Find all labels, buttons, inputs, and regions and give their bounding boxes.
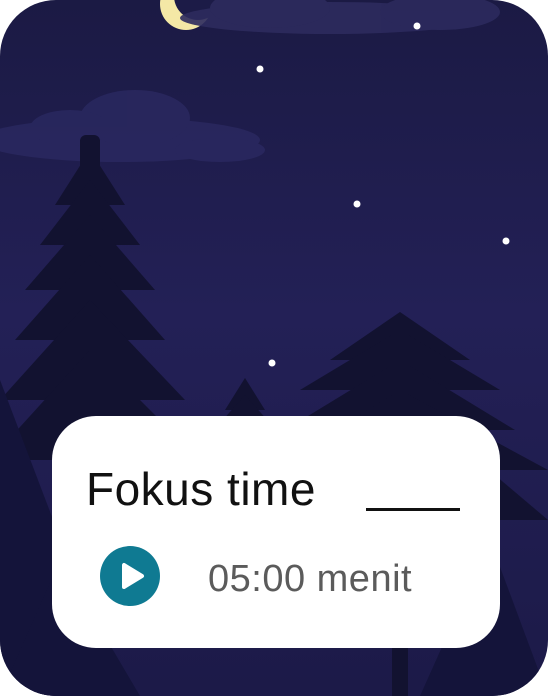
cloud-top [180,0,500,34]
focus-card: Fokus time 05:00 menit [52,416,500,648]
duration-label: 05:00 menit [208,558,413,600]
title-underline [366,508,460,511]
cloud-left [0,90,265,162]
play-icon [122,563,144,589]
play-button[interactable] [100,546,160,606]
app-frame: Fokus time 05:00 menit [0,0,548,696]
stars [136,22,510,382]
card-title: Fokus time [86,463,316,515]
